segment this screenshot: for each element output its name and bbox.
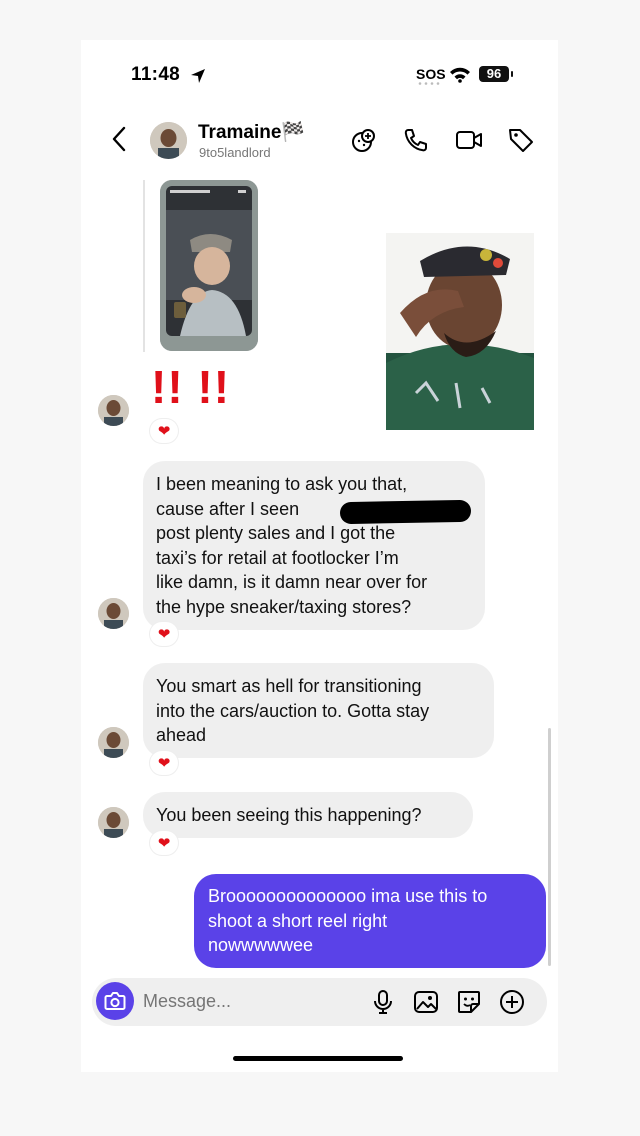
header-avatar[interactable] (150, 122, 187, 159)
heart-reaction[interactable]: ❤ (150, 831, 178, 855)
home-indicator[interactable] (233, 1056, 403, 1061)
scrollbar[interactable] (548, 728, 551, 966)
message-line: I been meaning to ask you that, (156, 474, 408, 494)
battery-tip (511, 71, 513, 77)
plus-icon[interactable] (499, 989, 525, 1015)
message-line: the hype sneaker/taxing stores? (156, 596, 412, 617)
message-line: like damn, is it damn near over for (156, 572, 428, 592)
camera-button[interactable] (96, 982, 134, 1020)
phone-screen: 11:48 SOS 96 Tramaine🏁 9to5landlord !! !… (81, 40, 558, 1072)
reaction-sticker: !! !! (151, 361, 231, 413)
microphone-icon[interactable] (370, 989, 396, 1015)
sender-avatar[interactable] (98, 727, 129, 758)
status-bar: 11:48 SOS 96 (81, 40, 558, 110)
redaction-mark (339, 499, 472, 525)
message-bubble[interactable]: You been seeing this happening? (143, 792, 473, 838)
message-line: ahead (156, 725, 207, 745)
shared-image[interactable] (386, 233, 534, 430)
sender-avatar[interactable] (98, 807, 129, 838)
heart-icon: ❤ (157, 422, 171, 440)
battery-level: 96 (486, 66, 502, 81)
message-bubble[interactable]: You smart as hell for transitioning into… (143, 663, 494, 758)
camera-icon (104, 992, 126, 1010)
story-thumbnail[interactable] (160, 180, 258, 351)
message-line: post plenty sales and I got the (156, 523, 396, 543)
message-input[interactable] (143, 991, 293, 1012)
sticker-icon[interactable] (456, 989, 482, 1015)
message-bubble[interactable]: I been meaning to ask you that, cause af… (143, 461, 485, 630)
wifi-icon (450, 67, 470, 83)
heart-icon: ❤ (157, 754, 171, 772)
heart-reaction[interactable]: ❤ (150, 622, 178, 646)
message-composer (92, 978, 547, 1026)
signal-dots-icon (418, 82, 440, 85)
video-icon[interactable] (455, 126, 483, 154)
sender-avatar[interactable] (98, 395, 129, 426)
my-message-bubble[interactable]: Broooooooooooooo ima use this to shoot a… (194, 874, 546, 968)
message-line: Broooooooooooooo ima use this to (208, 886, 488, 906)
message-line: taxi’s for retail at footlocker I’m (156, 547, 399, 568)
gallery-icon[interactable] (413, 989, 439, 1015)
sender-avatar[interactable] (98, 598, 129, 629)
contact-name[interactable]: Tramaine🏁 (198, 120, 305, 144)
message-line: You been seeing this happening? (156, 805, 422, 825)
heart-reaction[interactable]: ❤ (150, 419, 178, 443)
story-reply-bar (143, 180, 145, 352)
message-line: You smart as hell for transitioning (156, 676, 422, 696)
back-chevron-icon[interactable] (109, 124, 129, 154)
heart-icon: ❤ (157, 834, 171, 852)
contact-username[interactable]: 9to5landlord (199, 145, 271, 160)
heart-reaction[interactable]: ❤ (150, 751, 178, 775)
heart-icon: ❤ (157, 625, 171, 643)
sos-label: SOS (416, 66, 446, 82)
status-time: 11:48 (131, 64, 181, 85)
chat-header: Tramaine🏁 9to5landlord (81, 110, 558, 175)
message-line: into the cars/auction to. Gotta stay (156, 700, 430, 721)
call-effects-icon[interactable] (350, 126, 378, 154)
message-line: shoot a short reel right (208, 910, 388, 931)
phone-icon[interactable] (402, 126, 430, 154)
location-arrow-icon (191, 69, 205, 83)
battery-indicator: 96 (479, 66, 509, 82)
message-line: nowwwwwee (208, 935, 314, 955)
tag-icon[interactable] (507, 126, 535, 154)
